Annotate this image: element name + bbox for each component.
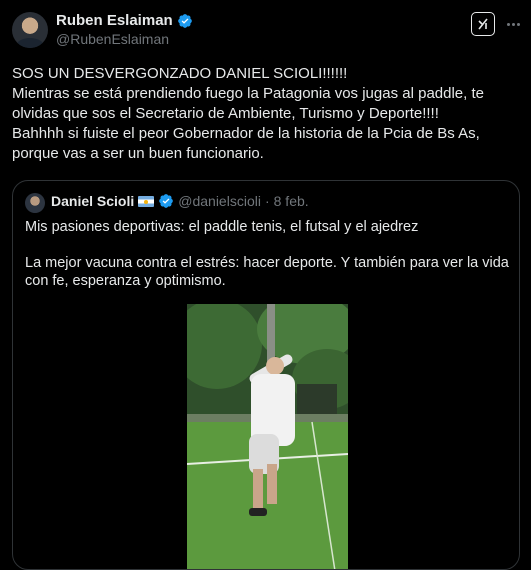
grok-glyph-icon: [478, 18, 488, 30]
video-frame: [187, 304, 348, 569]
argentina-flag-icon: [138, 195, 155, 207]
quoted-name[interactable]: Daniel Scioli: [51, 193, 134, 209]
author-name[interactable]: Ruben Eslaiman: [56, 12, 173, 29]
tweet-line: SOS UN DESVERGONZADO DANIEL SCIOLI!!!!!!: [12, 65, 348, 82]
video-thumbnail[interactable]: [187, 304, 348, 569]
author-avatar[interactable]: [12, 12, 48, 48]
quoted-paragraph: La mejor vacuna contra el estrés: hacer …: [25, 255, 509, 289]
quoted-body: Mis pasiones deportivas: el paddle tenis…: [25, 218, 509, 290]
tweet-body: SOS UN DESVERGONZADO DANIEL SCIOLI!!!!!!…: [12, 64, 522, 164]
grok-icon[interactable]: [471, 12, 495, 36]
quoted-header: Daniel Scioli @danielscioli · 8 feb.: [51, 193, 309, 209]
verified-badge-icon: [159, 194, 174, 208]
tweet-line: Bahhhh si fuiste el peor Gobernador de l…: [12, 125, 480, 162]
author-handle[interactable]: @RubenEslaiman: [56, 31, 169, 47]
quoted-tweet[interactable]: Daniel Scioli @danielscioli · 8 feb. Mis…: [12, 180, 520, 570]
more-icon[interactable]: [503, 14, 523, 34]
author-name-row[interactable]: Ruben Eslaiman: [56, 12, 193, 29]
quoted-avatar[interactable]: [25, 193, 45, 213]
quoted-date[interactable]: 8 feb.: [274, 193, 309, 209]
verified-badge-icon: [177, 13, 192, 28]
quoted-handle[interactable]: @danielscioli: [178, 193, 261, 209]
separator-dot: ·: [264, 193, 270, 209]
quoted-paragraph: Mis pasiones deportivas: el paddle tenis…: [25, 219, 419, 235]
tweet-line: Mientras se está prendiendo fuego la Pat…: [12, 85, 484, 122]
